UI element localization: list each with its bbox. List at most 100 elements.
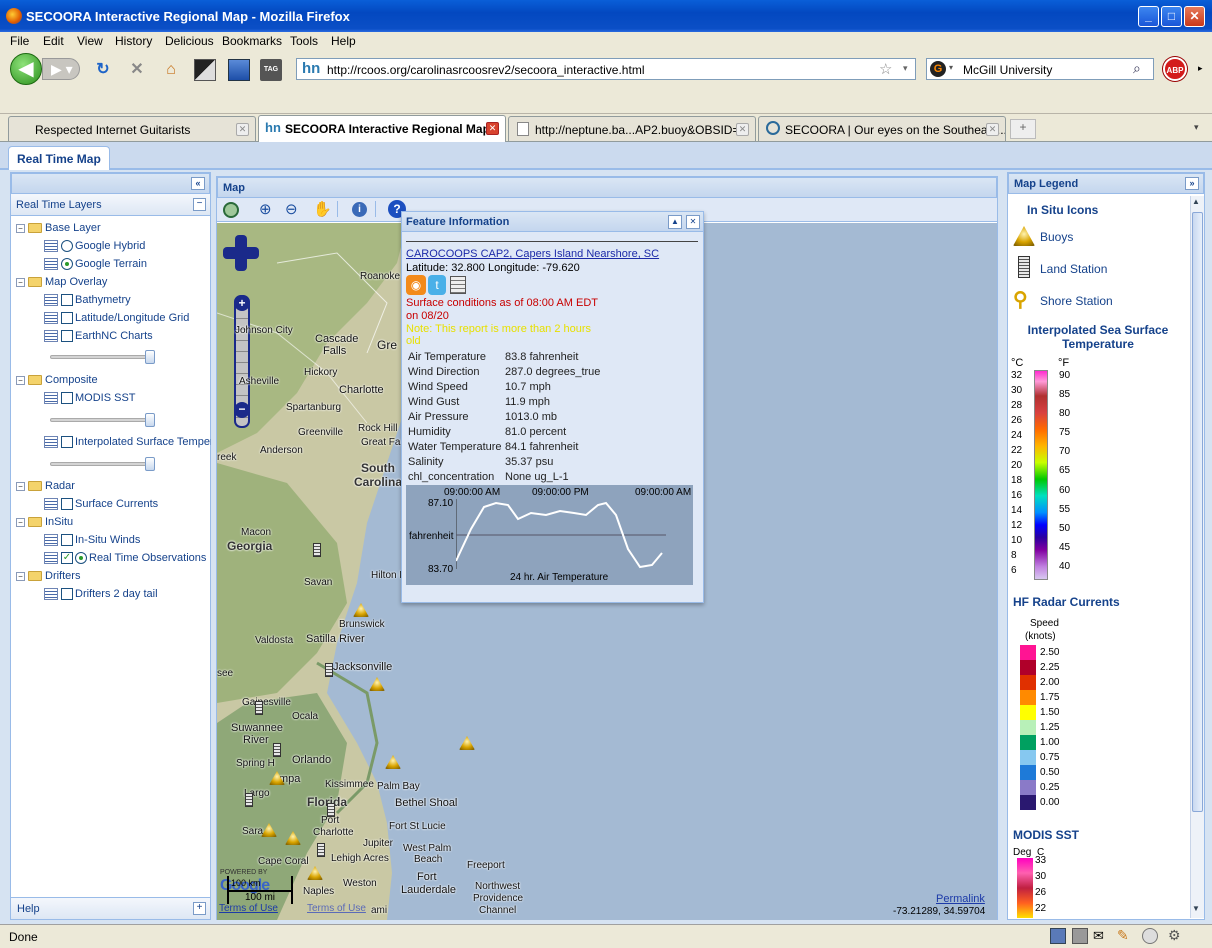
bookmark-icon[interactable] [228, 59, 250, 81]
minimize-button[interactable]: _ [1138, 6, 1159, 27]
engine-dropdown-icon[interactable]: ▾ [949, 63, 953, 72]
gear-icon[interactable]: ⚙ [1168, 927, 1181, 944]
scroll-up-icon[interactable]: ▲ [1192, 197, 1200, 206]
tree-composite[interactable]: − Composite [16, 374, 98, 386]
menu-bookmarks[interactable]: Bookmarks [222, 34, 282, 48]
land-station-icon[interactable] [245, 793, 253, 807]
menu-file[interactable]: File [10, 34, 29, 48]
expand-icon[interactable]: − [16, 375, 25, 385]
land-station-icon[interactable] [255, 701, 263, 715]
pan-horizontal-icon[interactable] [223, 247, 259, 259]
legend-scrollbar[interactable]: ▲ ▼ [1190, 196, 1204, 918]
tab-close-icon[interactable]: ✕ [986, 123, 999, 136]
reload-icon[interactable]: ↻ [92, 59, 114, 81]
zoom-minus-icon[interactable]: − [234, 402, 250, 418]
checkbox-bathymetry[interactable] [61, 294, 73, 307]
checkbox-rto[interactable]: ✓ [61, 552, 73, 565]
opacity-slider-overlay[interactable] [50, 350, 155, 364]
stop-icon[interactable]: ✕ [126, 59, 148, 81]
expand-icon[interactable]: − [16, 223, 25, 233]
layer-interpolated[interactable]: Interpolated Surface Temper [44, 436, 211, 449]
slider-thumb[interactable] [145, 350, 155, 364]
land-station-icon[interactable] [313, 543, 321, 557]
tree-insitu[interactable]: − InSitu [16, 516, 73, 528]
terms-link[interactable]: Terms of Use [219, 903, 278, 914]
search-input[interactable]: McGill University [963, 63, 1052, 77]
feature-info-header[interactable]: Feature Information [402, 212, 703, 232]
checkbox-drifters[interactable] [61, 588, 73, 601]
radio-google-hybrid[interactable] [61, 240, 73, 253]
layer-real-time-observations[interactable]: ✓ Real Time Observations [44, 552, 206, 565]
toolbar-overflow-icon[interactable]: ▸ [1198, 63, 1203, 74]
layer-earthnc[interactable]: EarthNC Charts [44, 330, 153, 343]
checkbox-latlon[interactable] [61, 312, 73, 325]
zoom-slider[interactable]: + − [234, 295, 250, 428]
menu-edit[interactable]: Edit [43, 34, 64, 48]
checkbox-surface-currents[interactable] [61, 498, 73, 511]
opacity-slider-interpolated[interactable] [50, 457, 155, 471]
rss-icon[interactable]: ◉ [406, 275, 426, 295]
terms-link-2[interactable]: Terms of Use [307, 903, 366, 914]
checkbox-modis[interactable] [61, 392, 73, 405]
help-expand-icon[interactable]: + [193, 902, 206, 915]
scroll-thumb[interactable] [1192, 212, 1203, 812]
station-link[interactable]: CAROCOOPS CAP2, Capers Island Nearshore,… [406, 248, 659, 260]
forward-button[interactable]: ▶ ▾ [42, 58, 80, 80]
layer-drifters-tail[interactable]: Drifters 2 day tail [44, 588, 158, 601]
help-panel-header[interactable]: Help + [11, 897, 210, 919]
search-icon[interactable]: ⌕ [1133, 60, 1141, 77]
collapse-right-icon[interactable]: » [1185, 177, 1199, 190]
search-engine-icon[interactable]: G [930, 61, 946, 77]
tab-real-time-map[interactable]: Real Time Map [8, 146, 110, 170]
tools-icon[interactable]: ✎ [1117, 927, 1129, 944]
expand-icon[interactable]: − [16, 517, 25, 527]
pan-hand-icon[interactable]: ✋ [313, 200, 332, 218]
zoom-plus-icon[interactable]: + [234, 295, 250, 311]
pan-control[interactable] [223, 235, 259, 271]
tree-base-layer[interactable]: − Base Layer [16, 222, 101, 234]
radio-google-terrain[interactable] [61, 258, 73, 271]
layer-latlon[interactable]: Latitude/Longitude Grid [44, 312, 189, 325]
checkbox-insitu-winds[interactable] [61, 534, 73, 547]
land-station-icon[interactable] [273, 743, 281, 757]
mail-icon[interactable]: ✉ [1093, 928, 1104, 944]
collapse-left-icon[interactable]: « [191, 177, 205, 190]
expand-icon[interactable]: − [16, 571, 25, 581]
tree-drifters[interactable]: − Drifters [16, 570, 80, 582]
menu-tools[interactable]: Tools [290, 34, 318, 48]
data-table-icon[interactable] [450, 276, 466, 294]
expand-icon[interactable]: − [16, 277, 25, 287]
layer-insitu-winds[interactable]: In-Situ Winds [44, 534, 140, 547]
tag-icon[interactable]: TAG [260, 59, 282, 81]
adblock-icon[interactable]: ABP [1163, 57, 1187, 81]
popup-close-icon[interactable]: ✕ [686, 215, 700, 229]
tab-secoora-home[interactable]: SECOORA | Our eyes on the Southeast... ✕ [758, 116, 1006, 141]
status-tray-icon[interactable] [1050, 928, 1066, 944]
menu-delicious[interactable]: Delicious [165, 34, 214, 48]
delicious-icon[interactable] [194, 59, 216, 81]
layer-bathymetry[interactable]: Bathymetry [44, 294, 131, 307]
tab-secoora-map[interactable]: hn SECOORA Interactive Regional Map ✕ [258, 115, 506, 142]
twitter-icon[interactable]: t [428, 275, 446, 295]
new-tab-button[interactable]: + [1010, 119, 1036, 139]
expand-icon[interactable]: − [16, 481, 25, 491]
land-station-icon[interactable] [327, 803, 335, 817]
checkbox-interpolated[interactable] [61, 436, 73, 449]
search-box[interactable]: G ▾ McGill University ⌕ [926, 58, 1154, 80]
tree-map-overlay[interactable]: − Map Overlay [16, 276, 107, 288]
layers-minus-icon[interactable]: − [193, 198, 206, 211]
zoom-in-icon[interactable]: ⊕ [259, 200, 272, 218]
layer-surface-currents[interactable]: Surface Currents [44, 498, 158, 511]
status-tray-icon[interactable] [1142, 928, 1158, 944]
zoom-out-icon[interactable]: ⊖ [285, 200, 298, 218]
home-icon[interactable]: ⌂ [160, 59, 182, 81]
back-button[interactable]: ◀ [10, 53, 42, 85]
menu-view[interactable]: View [77, 34, 103, 48]
tab-respected-guitarists[interactable]: Respected Internet Guitarists ✕ [8, 116, 256, 141]
menu-help[interactable]: Help [331, 34, 356, 48]
layer-google-terrain[interactable]: Google Terrain [44, 258, 147, 271]
zoom-extent-icon[interactable] [223, 202, 239, 218]
layer-modis[interactable]: MODIS SST [44, 392, 136, 405]
slider-thumb[interactable] [145, 457, 155, 471]
star-icon[interactable]: ☆ [879, 60, 892, 78]
